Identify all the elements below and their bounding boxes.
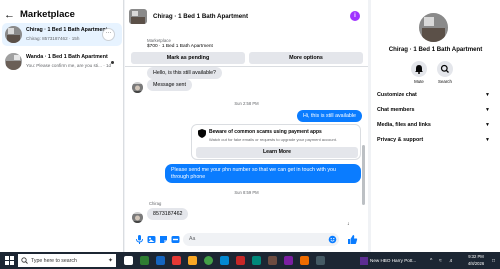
warning-title: Beware of common scams using payment app…	[209, 129, 322, 135]
taskbar-clock[interactable]: 9:32 PM 4/8/2026	[463, 254, 489, 267]
section-label: Media, files and links	[377, 122, 431, 128]
back-arrow-icon[interactable]: ←	[4, 9, 15, 20]
notification-icon[interactable]: □	[492, 258, 495, 264]
taskbar-app-icon[interactable]	[236, 256, 245, 265]
incoming-message: 8573187462	[147, 208, 189, 220]
outgoing-message: Please send me your phn number so that w…	[165, 164, 361, 183]
conversation-preview: Chirag: 8573187462 · 15h	[26, 36, 80, 41]
wifi-icon[interactable]: ≈	[439, 258, 442, 264]
chat-title[interactable]: Chirag · 1 Bed 1 Bath Apartment	[153, 13, 248, 20]
more-options-button[interactable]: More options	[249, 52, 363, 64]
chat-panel: Chirag · 1 Bed 1 Bath Apartment i Market…	[125, 0, 368, 252]
avatar[interactable]	[132, 82, 143, 93]
search-icon	[21, 257, 28, 264]
emoji-icon[interactable]	[328, 235, 337, 244]
scrollbar[interactable]	[362, 145, 365, 205]
conversation-title: Chirag · 1 Bed 1 Bath Apartment	[26, 27, 108, 33]
chat-details-panel: Chirag · 1 Bed 1 Bath Apartment Mute Sea…	[371, 0, 500, 252]
unread-dot-icon	[111, 61, 114, 64]
listing-thumbnail[interactable]	[129, 9, 147, 24]
conversation-title: Wanda · 1 Bed 1 Bath Apartment	[26, 54, 108, 60]
mute-button[interactable]	[411, 61, 427, 77]
chevron-down-icon: ▼	[485, 122, 490, 128]
timestamp: Sun 8:59 PM	[234, 190, 259, 195]
incoming-message: Hello, is this still available?	[147, 67, 223, 79]
section-label: Chat members	[377, 107, 415, 113]
chevron-down-icon: ▼	[485, 137, 490, 143]
microphone-icon[interactable]	[135, 235, 144, 244]
listing-thumbnail	[5, 53, 22, 70]
avatar[interactable]	[132, 212, 143, 223]
customize-chat-item[interactable]: Customize chat ▼	[377, 92, 494, 104]
chrome-icon[interactable]	[204, 256, 213, 265]
scam-warning-card: Beware of common scams using payment app…	[191, 124, 361, 160]
sparkle-icon: ✦	[107, 258, 113, 264]
chevron-up-icon[interactable]: ^	[430, 258, 432, 264]
chat-members-item[interactable]: Chat members ▼	[377, 107, 494, 119]
section-label: Customize chat	[377, 92, 417, 98]
warning-body: Watch out for fake emails or requests to…	[209, 137, 337, 142]
mute-label: Mute	[414, 79, 424, 84]
taskbar-app-icon[interactable]	[156, 256, 165, 265]
panel-title: Marketplace	[20, 9, 75, 20]
taskbar-media-app[interactable]: New HBO Harry Pott...	[360, 254, 426, 267]
clock-date: 4/8/2026	[467, 260, 485, 266]
windows-taskbar: Type here to search ✦ New HBO Harry Pott…	[0, 252, 500, 269]
chevron-down-icon: ▼	[485, 107, 490, 113]
shield-icon	[198, 129, 206, 138]
messenger-app: ← Marketplace Chirag · 1 Bed 1 Bath Apar…	[0, 0, 500, 252]
search-icon	[440, 64, 449, 73]
more-options-icon[interactable]: ···	[102, 28, 115, 41]
photo-icon[interactable]	[147, 235, 156, 244]
volume-icon[interactable]: ♬	[449, 258, 454, 264]
search-button[interactable]	[437, 61, 453, 77]
info-icon[interactable]: i	[350, 11, 360, 21]
listing-thumbnail	[5, 26, 22, 43]
section-label: Privacy & support	[377, 137, 424, 143]
media-files-links-item[interactable]: Media, files and links ▼	[377, 122, 494, 134]
seen-indicator-icon: ↓	[347, 221, 350, 227]
chevron-down-icon: ▼	[485, 92, 490, 98]
conversation-item[interactable]: Wanda · 1 Bed 1 Bath Apartment You: Plea…	[2, 50, 122, 73]
outgoing-message: Hi, this is still available	[297, 110, 362, 122]
listing-source-label: Marketplace	[147, 38, 171, 43]
search-label: Search	[438, 79, 452, 84]
left-header: ← Marketplace	[4, 9, 75, 20]
windows-start-icon[interactable]	[5, 256, 14, 265]
conversation-item[interactable]: Chirag · 1 Bed 1 Bath Apartment Chirag: …	[2, 23, 122, 46]
conversation-list-panel: ← Marketplace Chirag · 1 Bed 1 Bath Apar…	[0, 0, 124, 252]
learn-more-button[interactable]: Learn More	[196, 147, 358, 158]
taskbar-app-icon[interactable]	[284, 256, 293, 265]
gif-icon[interactable]	[171, 235, 180, 244]
listing-thumbnail[interactable]	[419, 13, 448, 42]
taskbar-search-box[interactable]: Type here to search ✦	[18, 254, 116, 267]
file-explorer-icon[interactable]	[188, 256, 197, 265]
task-view-icon[interactable]	[124, 256, 133, 265]
mark-pending-button[interactable]: Mark as pending	[131, 52, 245, 64]
timestamp: Sun 2:58 PM	[234, 101, 259, 106]
message-input[interactable]: Aa	[183, 233, 339, 246]
taskbar-app-icon[interactable]	[220, 256, 229, 265]
conversation-preview: You: Please confirm me, are you sti... ·…	[26, 63, 112, 68]
bell-icon	[415, 65, 423, 74]
taskbar-search-placeholder: Type here to search	[31, 257, 77, 264]
details-title: Chirag · 1 Bed 1 Bath Apartment	[388, 46, 483, 53]
incoming-message: Message sent	[147, 79, 192, 91]
privacy-support-item[interactable]: Privacy & support ▼	[377, 137, 494, 149]
sticker-icon[interactable]	[159, 235, 168, 244]
taskbar-app-icon[interactable]	[252, 256, 261, 265]
sender-name: Chirag	[149, 201, 162, 206]
taskbar-app-icon[interactable]	[268, 256, 277, 265]
message-list: Hello, is this still available? Message …	[125, 67, 368, 227]
chat-header: Chirag · 1 Bed 1 Bath Apartment i	[125, 8, 368, 28]
thumbs-up-icon[interactable]	[347, 234, 358, 245]
hbo-icon	[360, 256, 368, 265]
taskbar-app-icon[interactable]	[172, 256, 181, 265]
taskbar-app-icon[interactable]	[140, 256, 149, 265]
taskbar-app-icon[interactable]	[300, 256, 309, 265]
taskbar-app-label: New HBO Harry Pott...	[370, 258, 417, 263]
taskbar-app-icon[interactable]	[316, 256, 325, 265]
composer: Aa	[125, 229, 368, 250]
listing-price[interactable]: $700 · 1 Bed 1 Bath Apartment	[147, 44, 213, 49]
